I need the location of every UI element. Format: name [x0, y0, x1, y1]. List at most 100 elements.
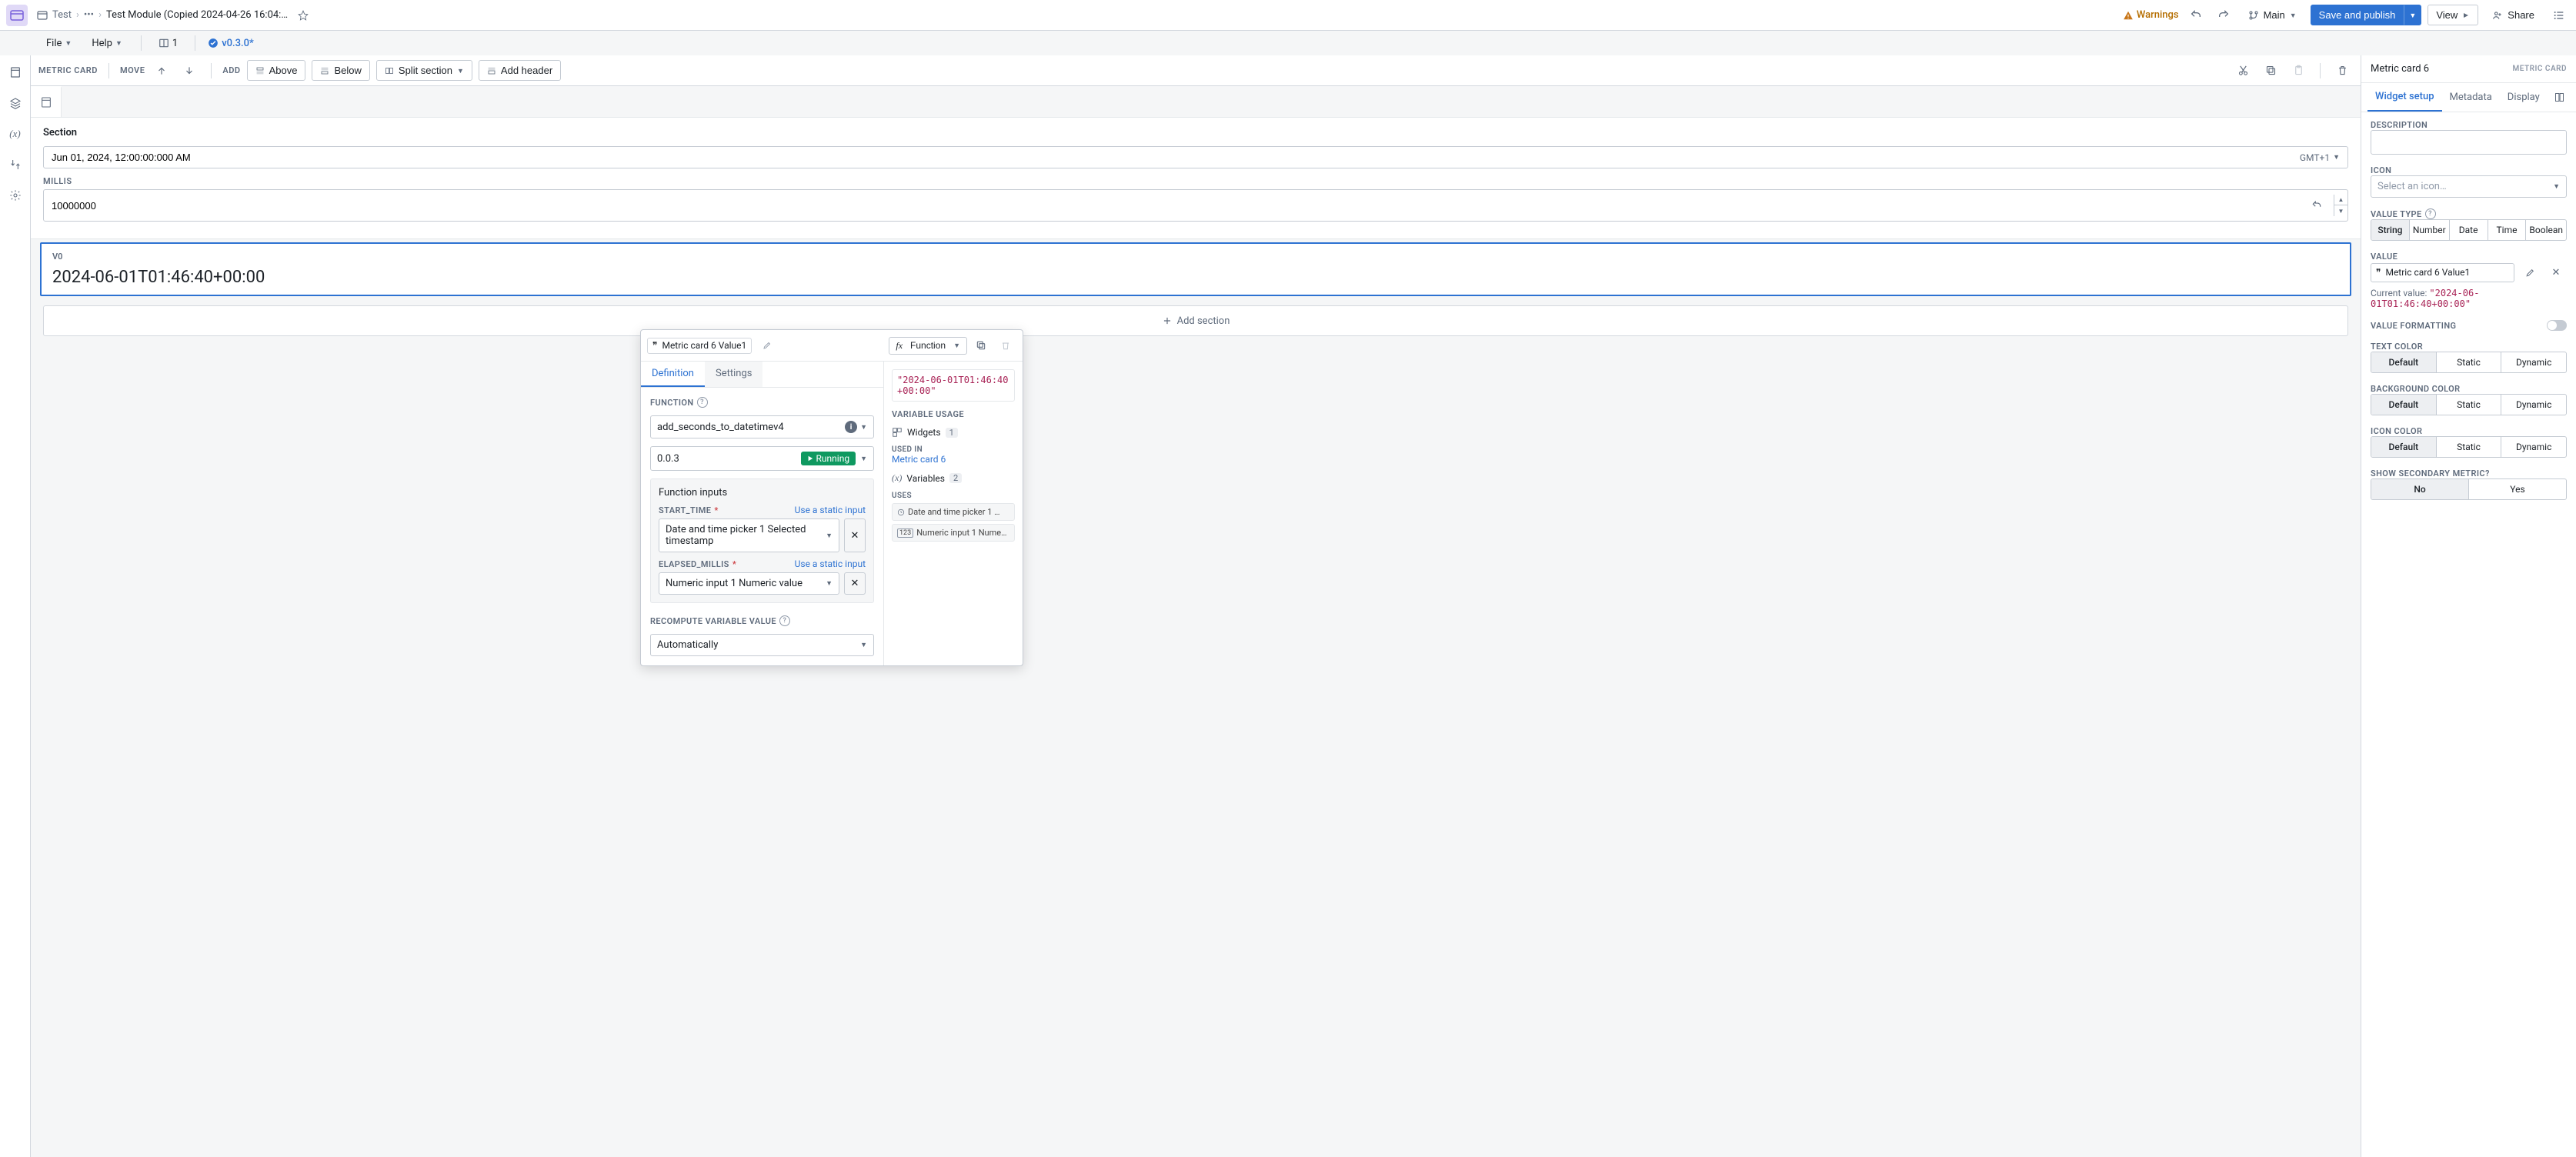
- function-label: FUNCTION?: [650, 397, 874, 408]
- breadcrumb-project[interactable]: Test: [52, 9, 72, 21]
- numeric-stepper[interactable]: ▲▼: [2334, 195, 2347, 216]
- tab-definition[interactable]: Definition: [641, 362, 705, 387]
- section-title: Section: [43, 127, 2348, 138]
- rail-page-icon[interactable]: [5, 62, 26, 83]
- paste-icon: [2287, 60, 2309, 82]
- save-publish-menu[interactable]: ▼: [2404, 5, 2421, 25]
- vt-number[interactable]: Number: [2410, 220, 2450, 240]
- variables-usage-row[interactable]: (x) Variables 2: [892, 472, 1015, 484]
- vt-time[interactable]: Time: [2488, 220, 2527, 240]
- rail-io-icon[interactable]: [5, 154, 26, 175]
- view-button[interactable]: View: [2428, 5, 2478, 25]
- delete-icon[interactable]: [2331, 60, 2353, 82]
- branch-button[interactable]: Main▼: [2241, 5, 2304, 25]
- toolbar-add-label: ADD: [222, 65, 240, 75]
- popover-var-chip: ❞ Metric card 6 Value1: [647, 338, 752, 354]
- breadcrumb: Test › ••• › Test Module (Copied 2024-04…: [37, 5, 314, 26]
- reset-icon[interactable]: [2306, 195, 2327, 216]
- module-icon: [37, 10, 48, 21]
- star-icon[interactable]: [292, 5, 314, 26]
- app-icon[interactable]: [6, 5, 28, 26]
- uses-chip-2[interactable]: 123Numeric input 1 Nume…: [892, 524, 1015, 542]
- file-menu[interactable]: File▼: [40, 35, 78, 52]
- recompute-select[interactable]: Automatically▼: [650, 634, 874, 656]
- v0-label: V0: [52, 252, 2339, 262]
- icon-color-segment[interactable]: Default Static Dynamic: [2371, 436, 2567, 458]
- start-time-binding[interactable]: Date and time picker 1 Selected timestam…: [659, 518, 839, 552]
- static-input-link-1[interactable]: Use a static input: [795, 505, 866, 515]
- edit-value-icon[interactable]: [2519, 262, 2541, 283]
- text-color-segment[interactable]: Default Static Dynamic: [2371, 352, 2567, 373]
- datetime-input[interactable]: [52, 152, 2300, 163]
- cut-icon[interactable]: [2232, 60, 2254, 82]
- function-inputs-title: Function inputs: [659, 487, 866, 498]
- popover-delete-icon: [995, 335, 1016, 356]
- panes-button[interactable]: 1: [154, 36, 182, 51]
- vt-bool[interactable]: Boolean: [2526, 220, 2566, 240]
- clear-elapsed[interactable]: ✕: [844, 572, 866, 595]
- description-input[interactable]: [2371, 130, 2567, 155]
- function-version-select[interactable]: 0.0.3 Running ▼: [650, 446, 874, 471]
- version-indicator[interactable]: v0.3.0*: [208, 38, 254, 49]
- rail-settings-icon[interactable]: [5, 185, 26, 206]
- bg-color-segment[interactable]: Default Static Dynamic: [2371, 394, 2567, 415]
- redo-icon[interactable]: [2213, 5, 2234, 26]
- breadcrumb-ellipsis[interactable]: •••: [84, 9, 94, 21]
- value-formatting-toggle[interactable]: [2547, 320, 2567, 331]
- block-tab-page[interactable]: [31, 86, 62, 117]
- used-in-link[interactable]: Metric card 6: [892, 454, 946, 465]
- value-binding-chip[interactable]: ❞Metric card 6 Value1: [2371, 263, 2514, 282]
- running-badge: Running: [801, 452, 856, 465]
- evaluated-value: "2024-06-01T01:46:40+00:00": [892, 369, 1015, 402]
- move-down-icon[interactable]: [179, 60, 200, 82]
- edit-name-icon[interactable]: [756, 335, 778, 356]
- rp-type: METRIC CARD: [2513, 65, 2567, 73]
- millis-input[interactable]: [52, 200, 2306, 212]
- datetime-picker[interactable]: GMT+1▼: [43, 146, 2348, 168]
- add-section-button[interactable]: Add section: [43, 305, 2348, 336]
- rp-tab-display[interactable]: Display: [2500, 84, 2548, 111]
- rp-title: Metric card 6: [2371, 63, 2429, 75]
- millis-label: MILLIS: [43, 176, 2348, 186]
- vt-string[interactable]: String: [2371, 220, 2410, 240]
- uses-chip-1[interactable]: Date and time picker 1 …: [892, 503, 1015, 521]
- toolbar-move-label: MOVE: [120, 65, 145, 75]
- help-menu[interactable]: Help▼: [85, 35, 128, 52]
- clear-value-icon[interactable]: ✕: [2545, 262, 2567, 283]
- popover-copy-icon[interactable]: [970, 335, 992, 356]
- share-button[interactable]: Share: [2484, 5, 2542, 25]
- tab-settings[interactable]: Settings: [705, 362, 762, 387]
- undo-icon[interactable]: [2185, 5, 2207, 26]
- timezone-select[interactable]: GMT+1▼: [2300, 152, 2340, 163]
- add-header-button[interactable]: Add header: [479, 60, 561, 81]
- icon-select[interactable]: Select an icon…▼: [2371, 175, 2567, 198]
- save-publish-button[interactable]: Save and publish: [2311, 5, 2404, 25]
- static-input-link-2[interactable]: Use a static input: [795, 558, 866, 569]
- rp-tab-metadata[interactable]: Metadata: [2442, 84, 2500, 111]
- toolbar-widget-label: METRIC CARD: [38, 65, 98, 75]
- list-icon[interactable]: [2548, 5, 2570, 26]
- warnings-button[interactable]: Warnings: [2123, 9, 2179, 21]
- elapsed-binding[interactable]: Numeric input 1 Numeric value▼: [659, 572, 839, 595]
- value-type-segment[interactable]: String Number Date Time Boolean: [2371, 219, 2567, 241]
- rail-variable-icon[interactable]: (x): [5, 123, 26, 145]
- function-select[interactable]: add_seconds_to_datetimev4 i▼: [650, 415, 874, 438]
- secondary-metric-segment[interactable]: No Yes: [2371, 478, 2567, 500]
- copy-icon[interactable]: [2260, 60, 2281, 82]
- millis-input-row[interactable]: ▲▼: [43, 189, 2348, 222]
- metric-card-selected[interactable]: V0 2024-06-01T01:46:40+00:00: [40, 242, 2351, 296]
- metric-value: 2024-06-01T01:46:40+00:00: [52, 268, 2339, 287]
- widgets-usage-row[interactable]: Widgets 1: [892, 427, 1015, 438]
- move-up-icon[interactable]: [151, 60, 172, 82]
- rail-layers-icon[interactable]: [5, 92, 26, 114]
- vt-date[interactable]: Date: [2450, 220, 2488, 240]
- split-section-button[interactable]: Split section▼: [376, 60, 472, 81]
- add-above-button[interactable]: Above: [247, 60, 306, 81]
- rp-tab-widget[interactable]: Widget setup: [2367, 83, 2442, 112]
- function-type-select[interactable]: fxFunction▼: [889, 337, 967, 355]
- breadcrumb-module[interactable]: Test Module (Copied 2024-04-26 16:04:…: [106, 9, 288, 21]
- clear-start-time[interactable]: ✕: [844, 518, 866, 552]
- variable-editor-popover: ❞ Metric card 6 Value1 fxFunction▼: [640, 329, 1023, 666]
- add-below-button[interactable]: Below: [312, 60, 369, 81]
- docs-icon[interactable]: [2548, 87, 2570, 108]
